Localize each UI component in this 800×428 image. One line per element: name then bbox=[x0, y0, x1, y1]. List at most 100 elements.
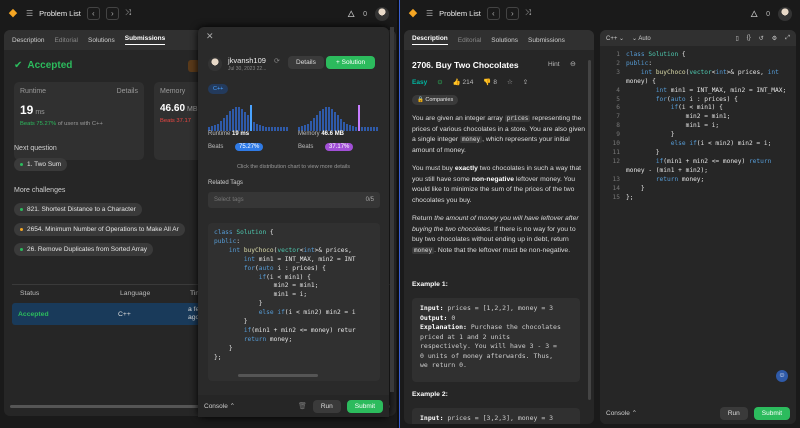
problem-list-link[interactable]: Problem List bbox=[39, 9, 81, 18]
distribution-bar bbox=[268, 127, 270, 131]
braces-icon[interactable]: {} bbox=[747, 35, 751, 41]
tab-description[interactable]: Description bbox=[412, 35, 448, 45]
memory-distribution-chart[interactable] bbox=[298, 101, 382, 131]
tags-input[interactable]: Select tags 0/5 bbox=[208, 192, 380, 208]
right-window: ◆ ☰ Problem List ‹ › ⤨ 🜂 0 Description E… bbox=[399, 0, 800, 428]
distribution-bar bbox=[307, 124, 309, 131]
challenge-item[interactable]: 821. Shortest Distance to a Character bbox=[14, 203, 142, 216]
post-solution-button[interactable]: + Solution bbox=[326, 56, 376, 69]
distribution-bar bbox=[361, 127, 363, 131]
console-toggle[interactable]: Console ⌃ bbox=[204, 402, 235, 410]
distribution-bar bbox=[244, 112, 246, 131]
hint-button[interactable]: Hint bbox=[548, 61, 560, 68]
memory-label: Memory bbox=[160, 88, 186, 95]
distribution-bar bbox=[310, 121, 312, 131]
vertical-scrollbar[interactable] bbox=[390, 27, 394, 392]
username[interactable]: jkvansh109 bbox=[228, 56, 266, 65]
console-toggle[interactable]: Console ⌃ bbox=[606, 409, 637, 417]
distribution-bar bbox=[220, 121, 222, 131]
next-question-title: 1. Two Sum bbox=[27, 161, 62, 168]
leetcode-logo-icon[interactable]: ◆ bbox=[406, 6, 420, 20]
submit-button[interactable]: Submit bbox=[346, 399, 383, 413]
row-status[interactable]: Accepted bbox=[18, 311, 118, 318]
popup-bottom-bar: Console ⌃ 🗑 Run Submit bbox=[198, 395, 389, 417]
distribution-bar bbox=[313, 118, 315, 131]
close-icon[interactable]: ✕ bbox=[206, 31, 214, 42]
list-icon[interactable]: ☰ bbox=[26, 9, 33, 18]
challenge-item[interactable]: 26. Remove Duplicates from Sorted Array bbox=[14, 243, 153, 256]
settings-icon[interactable]: ⚙ bbox=[772, 35, 777, 42]
distribution-bar bbox=[373, 127, 375, 131]
shuffle-icon[interactable]: ⤨ bbox=[525, 8, 531, 18]
user-avatar[interactable] bbox=[208, 57, 222, 71]
popup-memory-beats: Beats 37.17% bbox=[298, 143, 354, 151]
distribution-hint: Click the distribution chart to view mor… bbox=[236, 164, 351, 170]
problem-list-link[interactable]: Problem List bbox=[439, 9, 481, 18]
col-language[interactable]: Language bbox=[120, 290, 190, 297]
popup-runtime-beats: Beats 75.27% bbox=[208, 143, 264, 151]
chat-icon[interactable]: ☺ bbox=[776, 370, 788, 382]
difficulty-badge: Easy bbox=[412, 78, 428, 86]
description-scrollbar[interactable] bbox=[588, 60, 591, 400]
companies-tag[interactable]: 🔒 Companies bbox=[412, 95, 459, 105]
submit-button[interactable]: Submit bbox=[753, 406, 790, 420]
top-bar: ◆ ☰ Problem List ‹ › ⤨ 🜂 0 bbox=[0, 0, 397, 26]
share-icon[interactable]: ⇪ bbox=[523, 78, 528, 86]
trash-icon[interactable]: 🗑 bbox=[298, 402, 307, 410]
tab-solutions[interactable]: Solutions bbox=[491, 37, 518, 44]
shuffle-icon[interactable]: ⤨ bbox=[125, 8, 131, 18]
distribution-bar bbox=[322, 109, 324, 131]
star-icon[interactable]: ☆ bbox=[507, 78, 513, 86]
related-tags-label: Related Tags bbox=[208, 180, 243, 186]
runtime-distribution-chart[interactable] bbox=[208, 101, 292, 131]
next-problem-button[interactable]: › bbox=[105, 6, 119, 20]
example-1-title: Example 1: bbox=[412, 281, 448, 288]
like-button[interactable]: 👍 214 bbox=[453, 78, 474, 86]
auto-mode[interactable]: ⌄ Auto bbox=[632, 35, 651, 42]
streak-count: 0 bbox=[766, 10, 770, 18]
leetcode-logo-icon[interactable]: ◆ bbox=[6, 6, 20, 20]
tab-editorial[interactable]: Editorial bbox=[458, 37, 481, 44]
challenge-item[interactable]: 2654. Minimum Number of Operations to Ma… bbox=[14, 223, 185, 236]
code-text: class Solution { public: int buyChoco(ve… bbox=[214, 229, 356, 361]
prev-problem-button[interactable]: ‹ bbox=[486, 6, 500, 20]
code-scrollbar[interactable] bbox=[238, 374, 318, 377]
prev-problem-button[interactable]: ‹ bbox=[86, 6, 100, 20]
table-row[interactable]: Accepted C++ a fe ago bbox=[12, 303, 212, 325]
col-status[interactable]: Status bbox=[20, 290, 120, 297]
next-question-chip[interactable]: 1. Two Sum bbox=[14, 158, 68, 171]
distribution-bar bbox=[265, 127, 267, 131]
details-button[interactable]: Details bbox=[288, 56, 324, 69]
tab-editorial[interactable]: Editorial bbox=[55, 37, 78, 44]
run-button[interactable]: Run bbox=[719, 406, 748, 420]
streak-icon[interactable]: 🜂 bbox=[347, 5, 355, 23]
distribution-bar bbox=[253, 122, 255, 131]
avatar[interactable] bbox=[375, 7, 389, 21]
expand-icon[interactable]: ⤢ bbox=[785, 35, 790, 42]
distribution-bar bbox=[283, 127, 285, 131]
language-select[interactable]: C++ ⌄ bbox=[606, 35, 624, 42]
dislike-button[interactable]: 👎 8 bbox=[483, 78, 497, 86]
popup-memory-stat: Memory 46.6 MB bbox=[298, 131, 345, 137]
streak-icon[interactable]: 🜂 bbox=[750, 5, 758, 23]
tab-submissions[interactable]: Submissions bbox=[124, 35, 166, 45]
editor-code[interactable]: class Solution { public: int buyChoco(ve… bbox=[626, 51, 794, 202]
avatar[interactable] bbox=[778, 7, 792, 21]
bookmark-icon[interactable]: ▯ bbox=[735, 35, 738, 42]
distribution-bar bbox=[340, 119, 342, 131]
next-problem-button[interactable]: › bbox=[505, 6, 519, 20]
tab-description[interactable]: Description bbox=[12, 37, 45, 44]
editor-toolbar: C++ ⌄ ⌄ Auto ▯ {} ↺ ⚙ ⤢ bbox=[600, 30, 796, 46]
row-language: C++ bbox=[118, 310, 131, 318]
distribution-bar bbox=[343, 122, 345, 131]
run-button[interactable]: Run bbox=[312, 399, 341, 413]
memory-unit: MB bbox=[186, 106, 198, 113]
tab-solutions[interactable]: Solutions bbox=[88, 37, 115, 44]
more-icon[interactable]: ⊖ bbox=[570, 60, 576, 68]
runtime-details-link[interactable]: Details bbox=[117, 88, 138, 95]
list-icon[interactable]: ☰ bbox=[426, 9, 433, 18]
description-para-3: Return the amount of money you will have… bbox=[412, 215, 579, 254]
share-icon[interactable]: ⟳ bbox=[274, 57, 280, 65]
reset-icon[interactable]: ↺ bbox=[759, 35, 764, 42]
tab-submissions[interactable]: Submissions bbox=[528, 37, 565, 44]
